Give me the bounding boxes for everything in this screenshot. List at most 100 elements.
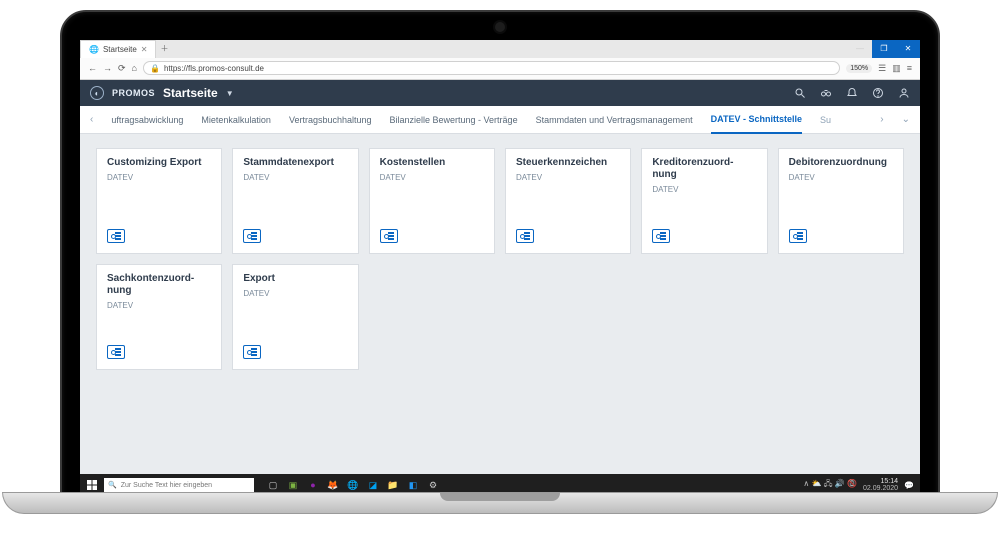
- tile-card[interactable]: StammdatenexportDATEV: [232, 148, 358, 254]
- taskbar-pinned-apps: ▢ ▣ ● 🦊 🌐 ◪ 📁 ◧ ⚙: [266, 478, 440, 492]
- laptop-base: [2, 492, 998, 514]
- tab-overflow-hint: Su: [820, 115, 831, 125]
- page-title: Startseite: [163, 86, 218, 100]
- file-explorer-icon[interactable]: 📁: [386, 478, 400, 492]
- tile-title: Sachkontenzuord- nung: [107, 273, 211, 297]
- app-icon-3[interactable]: ◪: [366, 478, 380, 492]
- browser-menu-icon[interactable]: ≡: [907, 63, 912, 73]
- window-controls: — ❐ ✕: [848, 40, 920, 58]
- close-tab-icon[interactable]: ✕: [141, 45, 148, 54]
- url-text: https://fls.promos-consult.de: [164, 64, 264, 73]
- laptop-notch: [440, 493, 560, 501]
- browser-tab[interactable]: 🌐 Startseite ✕: [80, 40, 156, 58]
- tile-subtitle: DATEV: [107, 301, 211, 310]
- page-title-dropdown-icon[interactable]: ▼: [226, 89, 234, 98]
- list-icon: [243, 229, 261, 243]
- tile-subtitle: DATEV: [789, 173, 893, 182]
- nav-reload-icon[interactable]: ⟳: [118, 63, 126, 74]
- browser-chrome: 🌐 Startseite ✕ ＋ — ❐ ✕ ← → ⟳ ⌂: [80, 40, 920, 80]
- tile-card[interactable]: Debitorenzuordnung DATEV: [778, 148, 904, 254]
- notification-icon[interactable]: [846, 87, 858, 99]
- app-icon-4[interactable]: ◧: [406, 478, 420, 492]
- settings-icon[interactable]: ⚙: [426, 478, 440, 492]
- tabs-expand-icon[interactable]: ⌄: [902, 114, 910, 125]
- user-icon[interactable]: [898, 87, 910, 99]
- tile-card[interactable]: Customizing Export DATEV: [96, 148, 222, 254]
- tile-title: Kreditorenzuord- nung: [652, 157, 756, 181]
- tabs-scroll-right-icon[interactable]: ›: [880, 114, 883, 125]
- app-header-actions: [794, 87, 910, 99]
- new-tab-button[interactable]: ＋: [156, 40, 172, 58]
- tile-title: Debitorenzuordnung: [789, 157, 893, 169]
- tile-subtitle: DATEV: [243, 289, 347, 298]
- browser-address-bar: ← → ⟳ ⌂ 🔒 https://fls.promos-consult.de …: [80, 58, 920, 79]
- task-view-icon[interactable]: ▢: [266, 478, 280, 492]
- browser-tabbar: 🌐 Startseite ✕ ＋ — ❐ ✕: [80, 40, 920, 58]
- taskbar-time: 15:14: [863, 478, 898, 485]
- tile-card[interactable]: Kostenstellen DATEV: [369, 148, 495, 254]
- help-icon[interactable]: [872, 87, 884, 99]
- zoom-badge[interactable]: 150%: [846, 64, 872, 73]
- tile-subtitle: DATEV: [243, 173, 347, 182]
- library-icon[interactable]: ▥: [892, 63, 901, 74]
- tile-card[interactable]: SteuerkennzeichenDATEV: [505, 148, 631, 254]
- browser-toolbar-right: ☰ ▥ ≡: [878, 63, 912, 74]
- content-area: Customizing ExportDATEVStammdatenexportD…: [80, 134, 920, 474]
- tabs-scroll-left-icon[interactable]: ‹: [90, 114, 93, 125]
- tab-datev-schnittstelle[interactable]: DATEV - Schnittstelle: [711, 106, 802, 134]
- taskbar-clock[interactable]: 15:14 02.09.2020: [863, 478, 898, 492]
- url-field[interactable]: 🔒 https://fls.promos-consult.de: [143, 61, 840, 75]
- tab-auftragsabwicklung[interactable]: uftragsabwicklung: [111, 107, 183, 133]
- taskbar-tray: ∧ ⛅ 🖧 🔊 📵 15:14 02.09.2020 💬: [803, 478, 914, 492]
- restore-window-icon[interactable]: ❐: [872, 40, 896, 58]
- laptop-camera: [495, 22, 505, 32]
- list-icon: [243, 345, 261, 359]
- laptop-bezel: 🌐 Startseite ✕ ＋ — ❐ ✕ ← → ⟳ ⌂: [60, 10, 940, 510]
- windows-start-icon[interactable]: [86, 479, 98, 491]
- screen: 🌐 Startseite ✕ ＋ — ❐ ✕ ← → ⟳ ⌂: [80, 40, 920, 496]
- app-icon-1[interactable]: ▣: [286, 478, 300, 492]
- tile-subtitle: DATEV: [652, 185, 756, 194]
- browser-tab-title: Startseite: [103, 45, 137, 54]
- taskbar-date: 02.09.2020: [863, 485, 898, 492]
- tile-card[interactable]: ExportDATEV: [232, 264, 358, 370]
- close-window-icon[interactable]: ✕: [896, 40, 920, 58]
- tile-subtitle: DATEV: [380, 173, 484, 182]
- brand-logo-icon: ◐: [90, 86, 104, 100]
- search-icon[interactable]: [794, 87, 806, 99]
- nav-forward-icon[interactable]: →: [103, 63, 112, 73]
- search-icon: 🔍: [108, 481, 117, 489]
- reader-icon[interactable]: ☰: [878, 63, 886, 74]
- tray-icons[interactable]: ∧ ⛅ 🖧 🔊 📵: [803, 478, 857, 492]
- notifications-icon[interactable]: 💬: [904, 481, 914, 490]
- firefox-icon[interactable]: 🦊: [326, 478, 340, 492]
- tile-title: Steuerkennzeichen: [516, 157, 620, 169]
- list-icon: [652, 229, 670, 243]
- list-icon: [107, 229, 125, 243]
- list-icon: [107, 345, 125, 359]
- minimize-window-icon[interactable]: —: [848, 40, 872, 58]
- list-icon: [380, 229, 398, 243]
- tile-title: Customizing Export: [107, 157, 211, 169]
- nav-back-icon[interactable]: ←: [88, 63, 97, 73]
- tile-card[interactable]: Sachkontenzuord- nung DATEV: [96, 264, 222, 370]
- taskbar-search[interactable]: 🔍 Zur Suche Text hier eingeben: [104, 478, 254, 493]
- binoculars-icon[interactable]: [820, 87, 832, 99]
- tab-mietenkalkulation[interactable]: Mietenkalkulation: [201, 107, 271, 133]
- tile-card[interactable]: Kreditorenzuord- nung DATEV: [641, 148, 767, 254]
- nav-home-icon[interactable]: ⌂: [132, 63, 137, 73]
- tab-stammdaten[interactable]: Stammdaten und Vertragsmanagement: [536, 107, 693, 133]
- edge-icon[interactable]: 🌐: [346, 478, 360, 492]
- tile-subtitle: DATEV: [107, 173, 211, 182]
- app-header: ◐ PROMOS Startseite ▼: [80, 80, 920, 106]
- app-icon-2[interactable]: ●: [306, 478, 320, 492]
- lock-icon: 🔒: [150, 64, 160, 73]
- tab-vertragsbuchhaltung[interactable]: Vertragsbuchhaltung: [289, 107, 372, 133]
- tab-bilanzielle-bewertung[interactable]: Bilanzielle Bewertung - Verträge: [390, 107, 518, 133]
- favicon: 🌐: [89, 45, 99, 54]
- list-icon: [516, 229, 534, 243]
- tile-grid: Customizing ExportDATEVStammdatenexportD…: [96, 148, 904, 370]
- tile-title: Kostenstellen: [380, 157, 484, 169]
- list-icon: [789, 229, 807, 243]
- laptop-frame: 🌐 Startseite ✕ ＋ — ❐ ✕ ← → ⟳ ⌂: [60, 10, 940, 530]
